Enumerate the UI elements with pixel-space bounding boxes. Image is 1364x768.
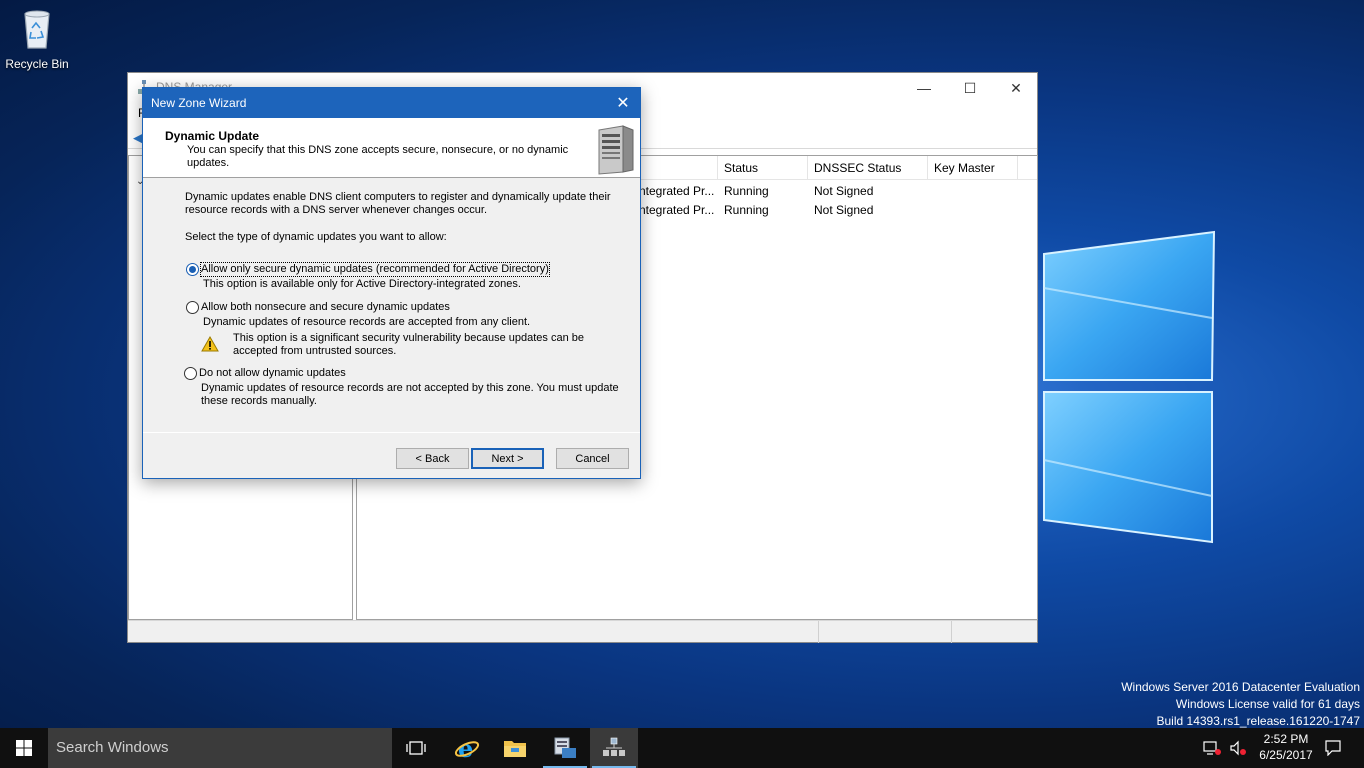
option-secure-only-label[interactable]: Allow only secure dynamic updates (recom… [200, 262, 550, 277]
cancel-button-label: Cancel [575, 452, 610, 465]
task-view-icon [406, 741, 426, 755]
taskbar: Search Windows e 2:52 PM 6/25/2017 [0, 728, 1364, 768]
next-button-label: Next > [491, 452, 524, 465]
radio-secure-only[interactable] [186, 263, 199, 276]
recycle-bin-icon [24, 10, 50, 49]
row-status: Running [724, 203, 769, 217]
start-button[interactable] [0, 728, 48, 768]
volume-tray-button[interactable] [1226, 728, 1250, 768]
watermark-line-1: Windows Server 2016 Datacenter Evaluatio… [1121, 680, 1360, 694]
button-divider [143, 432, 640, 433]
clock-date: 6/25/2017 [1259, 748, 1313, 762]
network-icon [1203, 741, 1221, 755]
taskbar-internet-explorer[interactable]: e [443, 728, 491, 768]
back-button-label: < Back [415, 452, 450, 465]
back-button[interactable]: < Back [396, 448, 469, 469]
row-type: ntegrated Pr... [639, 184, 715, 198]
task-view-button[interactable] [392, 728, 440, 768]
internet-explorer-icon: e [454, 735, 480, 761]
watermark-line-2: Windows License valid for 61 days [1175, 697, 1360, 711]
windows-logo-wallpaper [1043, 230, 1216, 544]
server-icon [598, 125, 634, 175]
option-nonsecure-warning: This option is a significant security vu… [233, 332, 584, 357]
radio-no-dynamic-updates[interactable] [184, 367, 197, 380]
volume-muted-icon [1230, 740, 1246, 756]
new-zone-wizard-dialog[interactable]: New Zone Wizard ✕ Dynamic Update You can… [142, 87, 641, 479]
taskbar-server-manager[interactable] [541, 728, 589, 768]
dns-icon [603, 737, 625, 756]
next-button[interactable]: Next > [471, 448, 544, 469]
column-status[interactable]: Status [724, 161, 758, 175]
recycle-bin-shortcut[interactable]: Recycle Bin [4, 6, 70, 71]
page-title: Dynamic Update [165, 129, 260, 143]
status-bar [128, 620, 1037, 643]
row-type: ntegrated Pr... [639, 203, 715, 217]
clock-time: 2:52 PM [1263, 732, 1309, 746]
row-dnssec: Not Signed [814, 203, 874, 217]
intro-text: Dynamic updates enable DNS client comput… [185, 191, 611, 216]
network-tray-button[interactable] [1200, 728, 1224, 768]
minimize-button[interactable]: — [901, 73, 947, 103]
wizard-header: Dynamic Update You can specify that this… [143, 118, 640, 178]
radio-nonsecure-and-secure[interactable] [186, 301, 199, 314]
taskbar-dns-manager[interactable] [590, 728, 638, 768]
edition-watermark: Windows Server 2016 Datacenter Evaluatio… [1121, 679, 1360, 730]
windows-start-icon [16, 740, 32, 756]
option-nonsecure-label[interactable]: Allow both nonsecure and secure dynamic … [201, 301, 450, 314]
wizard-titlebar[interactable]: New Zone Wizard ✕ [143, 88, 640, 118]
taskbar-file-explorer[interactable] [491, 728, 539, 768]
row-status: Running [724, 184, 769, 198]
search-placeholder: Search Windows [56, 739, 169, 756]
taskbar-clock[interactable]: 2:52 PM 6/25/2017 [1248, 731, 1324, 763]
cancel-button[interactable]: Cancel [556, 448, 629, 469]
action-center-button[interactable] [1318, 728, 1348, 768]
folder-icon [504, 741, 526, 757]
maximize-button[interactable]: ☐ [947, 73, 993, 103]
option-none-description: Dynamic updates of resource records are … [201, 382, 619, 407]
column-key-master[interactable]: Key Master [934, 161, 995, 175]
server-manager-icon [554, 737, 576, 758]
search-box[interactable]: Search Windows [48, 728, 392, 768]
wizard-close-button[interactable]: ✕ [606, 88, 640, 118]
warning-icon [201, 336, 219, 352]
close-window-button[interactable]: ✕ [993, 73, 1039, 103]
row-dnssec: Not Signed [814, 184, 874, 198]
page-subtitle: You can specify that this DNS zone accep… [187, 144, 569, 169]
column-dnssec-status[interactable]: DNSSEC Status [814, 161, 901, 175]
option-none-label[interactable]: Do not allow dynamic updates [199, 367, 346, 380]
option-secure-only-description: This option is available only for Active… [203, 278, 521, 290]
prompt-text: Select the type of dynamic updates you w… [185, 231, 447, 243]
wizard-title: New Zone Wizard [151, 96, 247, 110]
recycle-bin-label: Recycle Bin [5, 57, 69, 71]
option-nonsecure-description: Dynamic updates of resource records are … [203, 316, 531, 328]
notification-icon [1325, 740, 1341, 756]
